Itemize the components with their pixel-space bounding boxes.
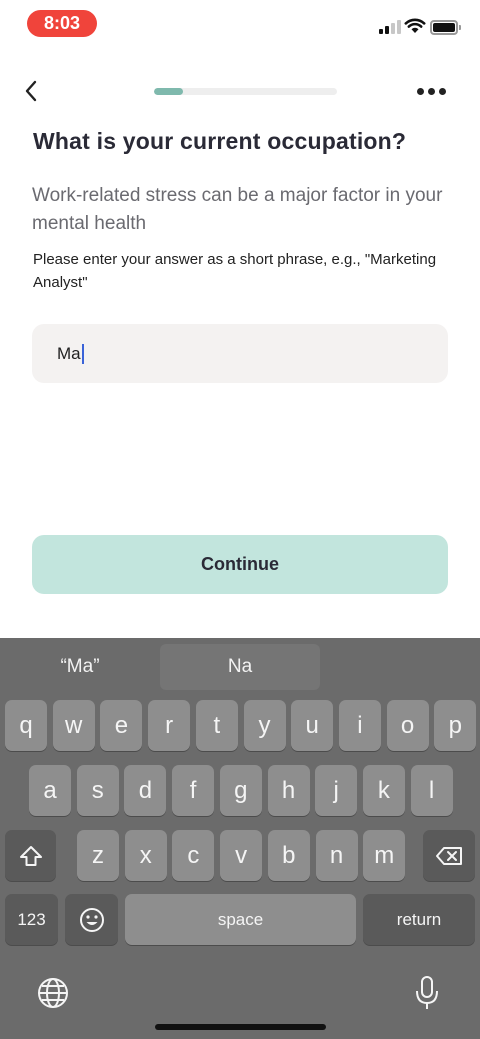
- shift-icon: [19, 845, 42, 866]
- key-n[interactable]: n: [315, 830, 358, 881]
- suggestion-item[interactable]: [320, 644, 480, 690]
- key-k[interactable]: k: [362, 765, 405, 816]
- key-j[interactable]: j: [315, 765, 358, 816]
- key-q[interactable]: q: [5, 700, 47, 751]
- question-title: What is your current occupation?: [33, 128, 407, 154]
- key-a[interactable]: a: [29, 765, 71, 816]
- progress-fill: [154, 88, 184, 95]
- battery-icon: [430, 20, 461, 35]
- shift-key[interactable]: [5, 830, 56, 881]
- numbers-key[interactable]: 123: [5, 894, 58, 945]
- continue-button[interactable]: Continue: [32, 535, 448, 594]
- suggestion-bar: “Ma” Na: [0, 638, 480, 694]
- back-button[interactable]: [16, 76, 46, 106]
- chevron-left-icon: [25, 80, 37, 102]
- suggestion-item[interactable]: “Ma”: [0, 644, 160, 690]
- microphone-icon[interactable]: [410, 972, 444, 1014]
- home-indicator[interactable]: [155, 1024, 326, 1030]
- key-z[interactable]: z: [77, 830, 119, 881]
- suggestion-item[interactable]: Na: [160, 644, 320, 690]
- key-c[interactable]: c: [172, 830, 215, 881]
- cellular-signal-icon: [379, 20, 401, 34]
- key-l[interactable]: l: [410, 765, 453, 816]
- globe-icon[interactable]: [34, 974, 72, 1012]
- text-caret: [81, 343, 84, 364]
- key-p[interactable]: p: [434, 700, 477, 751]
- key-y[interactable]: y: [243, 700, 286, 751]
- key-i[interactable]: i: [338, 700, 381, 751]
- key-u[interactable]: u: [291, 700, 334, 751]
- occupation-input[interactable]: Ma: [32, 324, 448, 383]
- space-key[interactable]: space: [125, 894, 356, 945]
- more-options-button[interactable]: [414, 80, 448, 102]
- emoji-key[interactable]: [65, 894, 118, 945]
- key-h[interactable]: h: [267, 765, 310, 816]
- return-key[interactable]: return: [363, 894, 475, 945]
- key-x[interactable]: x: [124, 830, 167, 881]
- more-dots-icon: [416, 87, 424, 95]
- key-g[interactable]: g: [219, 765, 262, 816]
- key-t[interactable]: t: [195, 700, 238, 751]
- status-time: 8:03: [27, 10, 97, 37]
- onscreen-keyboard: “Ma” Na 123 space return q w e r t y u i…: [0, 638, 480, 1039]
- backspace-key[interactable]: [423, 830, 475, 881]
- question-subtitle: Work-related stress can be a major facto…: [32, 185, 443, 234]
- key-d[interactable]: d: [124, 765, 167, 816]
- wifi-icon: [404, 18, 426, 33]
- key-e[interactable]: e: [100, 700, 143, 751]
- answer-hint: Please enter your answer as a short phra…: [33, 251, 437, 291]
- key-o[interactable]: o: [386, 700, 429, 751]
- key-w[interactable]: w: [52, 700, 95, 751]
- progress-bar: [154, 88, 337, 95]
- key-f[interactable]: f: [172, 765, 215, 816]
- occupation-input-value: Ma: [57, 343, 81, 363]
- key-m[interactable]: m: [363, 830, 406, 881]
- key-v[interactable]: v: [220, 830, 263, 881]
- status-bar: 8:03: [0, 0, 480, 50]
- backspace-icon: [436, 846, 462, 865]
- emoji-icon: [79, 907, 104, 932]
- key-s[interactable]: s: [76, 765, 119, 816]
- key-b[interactable]: b: [267, 830, 310, 881]
- key-r[interactable]: r: [148, 700, 191, 751]
